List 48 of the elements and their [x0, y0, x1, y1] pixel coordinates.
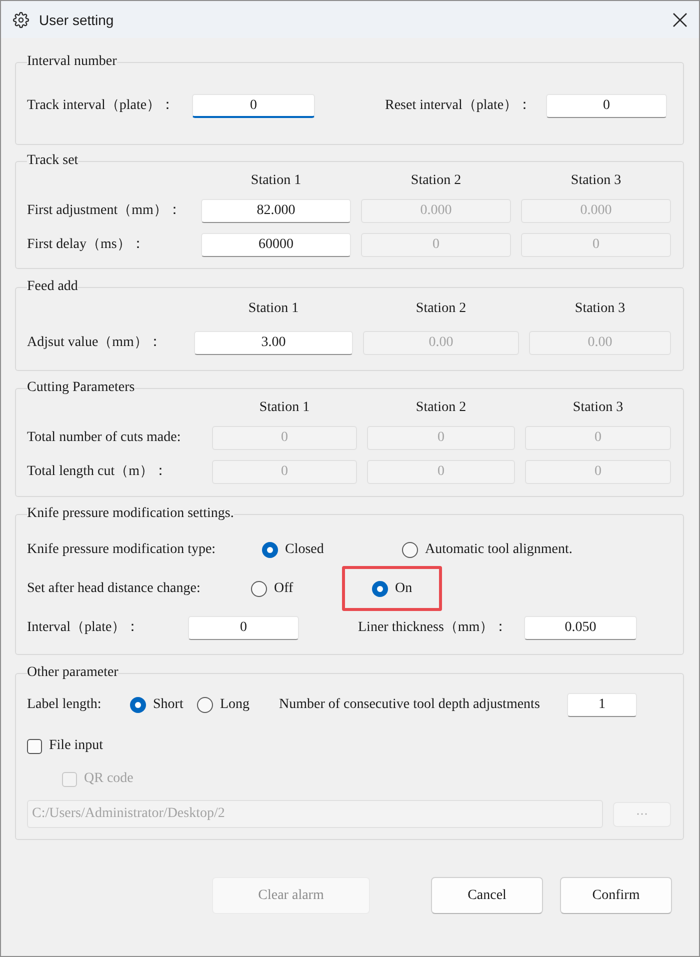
column-header: Station 2: [416, 400, 466, 416]
field-label: Reset interval（plate）：: [385, 98, 532, 114]
group-title: Cutting Parameters: [27, 380, 135, 396]
input-field[interactable]: 1: [567, 693, 637, 717]
field-label: Total length cut（m）：: [27, 464, 168, 480]
input-field[interactable]: 0: [192, 94, 315, 118]
column-header: Station 3: [572, 400, 624, 416]
input-field[interactable]: 0.050: [524, 616, 637, 640]
checkbox[interactable]: File input: [27, 738, 104, 754]
input-field[interactable]: 3.00: [194, 331, 353, 355]
close-icon[interactable]: [673, 12, 687, 26]
radio-button[interactable]: Short: [130, 697, 184, 713]
column-header: Station 2: [416, 301, 466, 317]
radio-button[interactable]: Off: [251, 581, 294, 597]
radio-button[interactable]: Automatic tool alignment.: [402, 542, 572, 558]
dialog-button[interactable]: Cancel: [431, 877, 543, 914]
column-header: Station 1: [248, 301, 299, 317]
field-label: Set after head distance change:: [27, 581, 200, 597]
column-header: Station 1: [259, 400, 310, 416]
group-title: Interval number: [27, 54, 117, 70]
radio-button[interactable]: On: [372, 581, 412, 597]
column-header: Station 2: [410, 173, 462, 189]
input-field[interactable]: 0: [546, 94, 667, 118]
input-field[interactable]: 82.000: [201, 199, 351, 223]
column-header: Station 1: [250, 173, 302, 189]
field-label: First adjustment（mm）：: [27, 203, 182, 219]
column-header: Station 3: [574, 301, 626, 317]
input-field[interactable]: 0: [188, 616, 299, 640]
field-label: Liner thickness（mm）：: [358, 620, 508, 636]
group-title: Knife pressure modification settings.: [27, 506, 234, 522]
radio-button[interactable]: Closed: [262, 542, 324, 558]
field-label: Adjsut value（mm）：: [27, 335, 162, 351]
field-label: Number of consecutive tool depth adjustments: [279, 697, 540, 713]
field-label: Label length:: [27, 697, 102, 713]
group-title: Track set: [27, 153, 78, 169]
group-title: Other parameter: [27, 665, 118, 681]
group-title: Feed add: [27, 279, 78, 295]
dialog-button[interactable]: Confirm: [560, 877, 672, 914]
field-label: Knife pressure modification type:: [27, 542, 216, 558]
field-label: Total number of cuts made:: [27, 430, 181, 446]
column-header: Station 3: [570, 173, 622, 189]
field-label: Track interval（plate）：: [27, 98, 175, 114]
field-label: First delay（ms）：: [27, 237, 145, 253]
window-title: User setting: [39, 10, 114, 28]
input-field[interactable]: 60000: [201, 233, 351, 257]
radio-button[interactable]: Long: [197, 697, 250, 713]
gear-icon: [13, 12, 29, 28]
field-label: Interval（plate）：: [27, 620, 140, 636]
